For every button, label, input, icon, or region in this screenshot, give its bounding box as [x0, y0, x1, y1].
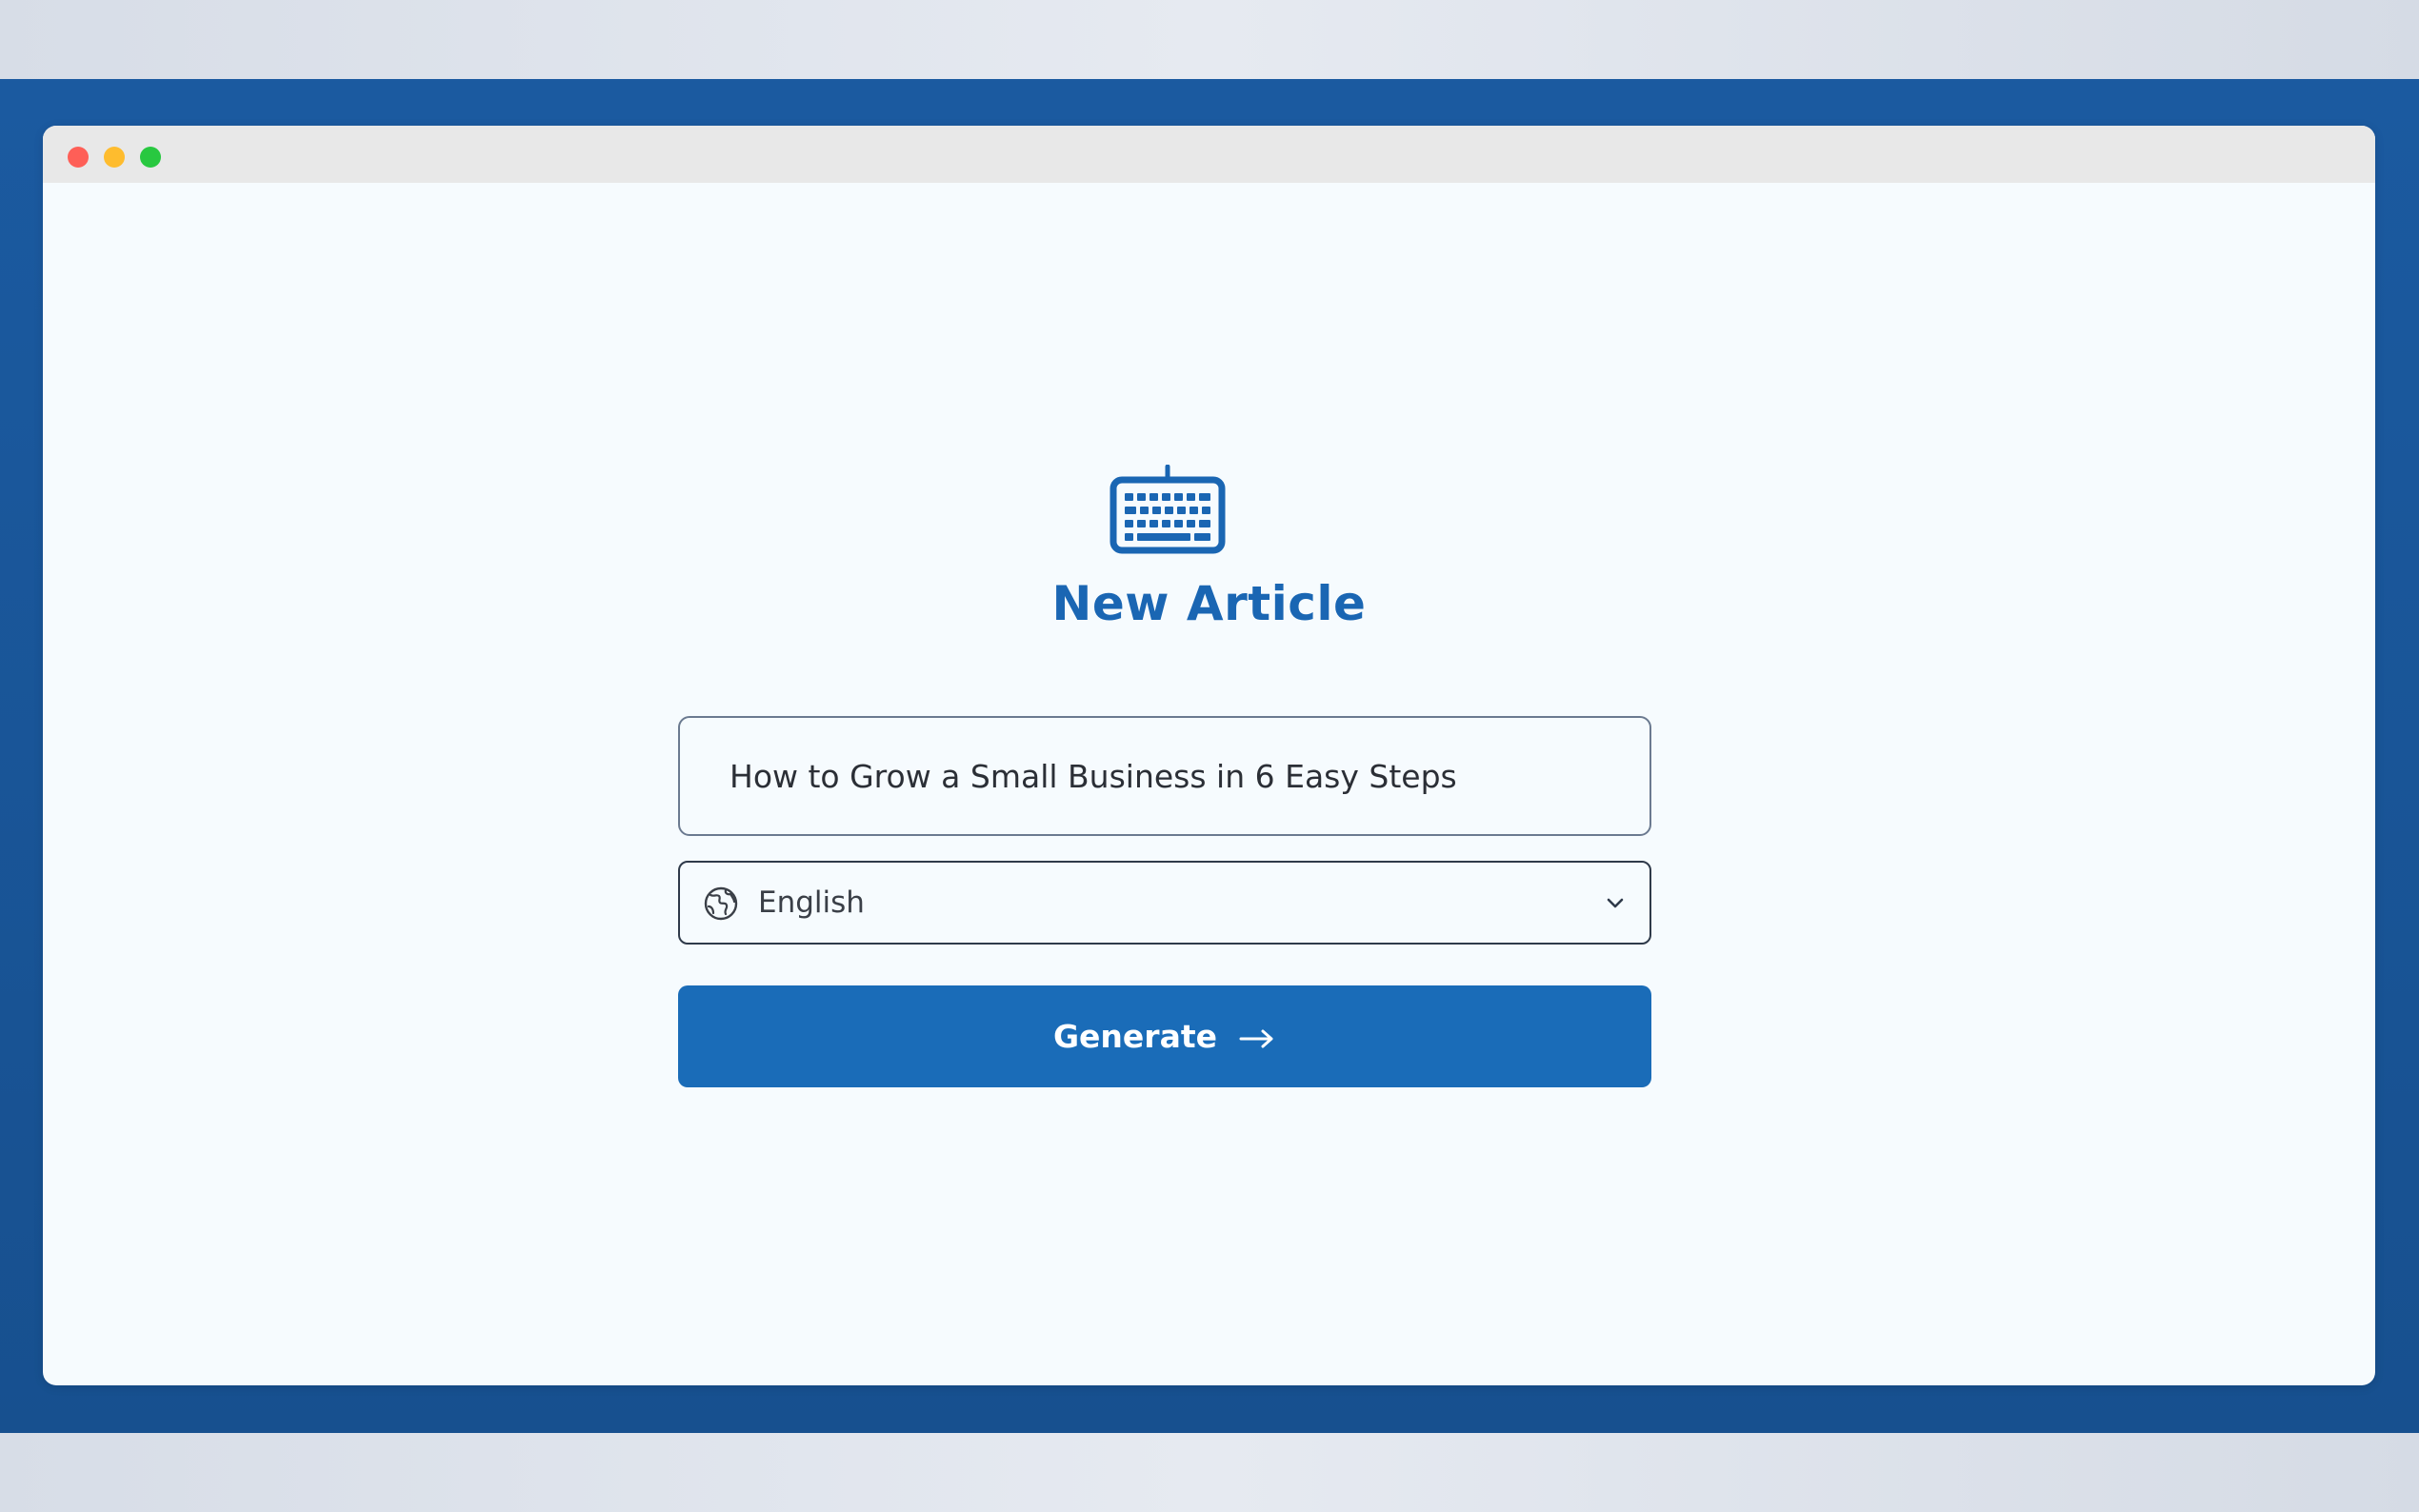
window-maximize-button[interactable] — [140, 147, 161, 168]
keyboard-icon — [1110, 465, 1226, 554]
language-select-value: English — [758, 885, 865, 920]
app-window: New Article English Generate — [43, 126, 2375, 1385]
main-content: New Article English Generate — [43, 183, 2375, 1385]
page-title: New Article — [1051, 576, 1367, 631]
language-select[interactable]: English — [678, 861, 1651, 945]
chevron-down-icon — [1607, 898, 1624, 908]
arrow-right-icon — [1239, 1029, 1273, 1047]
generate-button[interactable]: Generate — [678, 985, 1651, 1087]
window-close-button[interactable] — [68, 147, 89, 168]
article-topic-input[interactable] — [678, 716, 1651, 836]
window-titlebar — [43, 126, 2375, 183]
window-minimize-button[interactable] — [104, 147, 125, 168]
generate-button-label: Generate — [1052, 1018, 1218, 1055]
globe-icon — [704, 886, 738, 921]
